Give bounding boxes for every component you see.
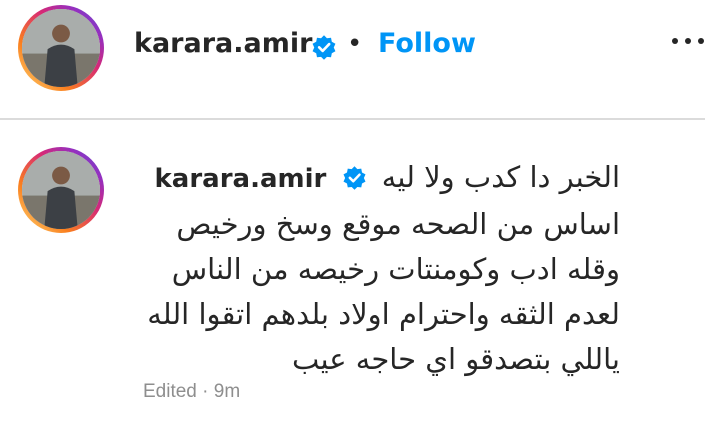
comment-body: الخبر دا كدب ولا ليه karara.amir اساس من… [140, 155, 620, 382]
more-options-icon[interactable] [670, 30, 705, 50]
post-author-username[interactable]: karara.amir [134, 28, 312, 59]
comment-meta: Edited · 9m [143, 381, 241, 402]
avatar[interactable] [18, 5, 104, 91]
comment-line: وقله ادب وكومنتات رخيصه من الناس [171, 252, 620, 286]
avatar-photo [22, 151, 100, 229]
comment-line: اساس من الصحه موقع وسخ ورخيص [176, 207, 620, 241]
comment-line: لعدم الثقه واحترام اولاد بلدهم اتقوا الل… [147, 297, 620, 331]
verified-badge-icon [312, 35, 336, 60]
post-header: karara.amir • Follow [0, 0, 705, 120]
comment-line: الخبر دا كدب ولا ليه karara.amir [140, 155, 620, 202]
comment-line: ياللي بتصدقو اي حاجه عيب [292, 342, 620, 376]
separator-dot: • [347, 29, 363, 59]
avatar-photo [22, 9, 100, 87]
verified-badge-icon [343, 166, 366, 190]
follow-button[interactable]: Follow [378, 28, 476, 59]
comment-author-username[interactable]: karara.amir [155, 164, 327, 194]
comment-avatar[interactable] [18, 147, 104, 233]
comment-line-text: الخبر دا كدب ولا ليه [381, 160, 620, 194]
